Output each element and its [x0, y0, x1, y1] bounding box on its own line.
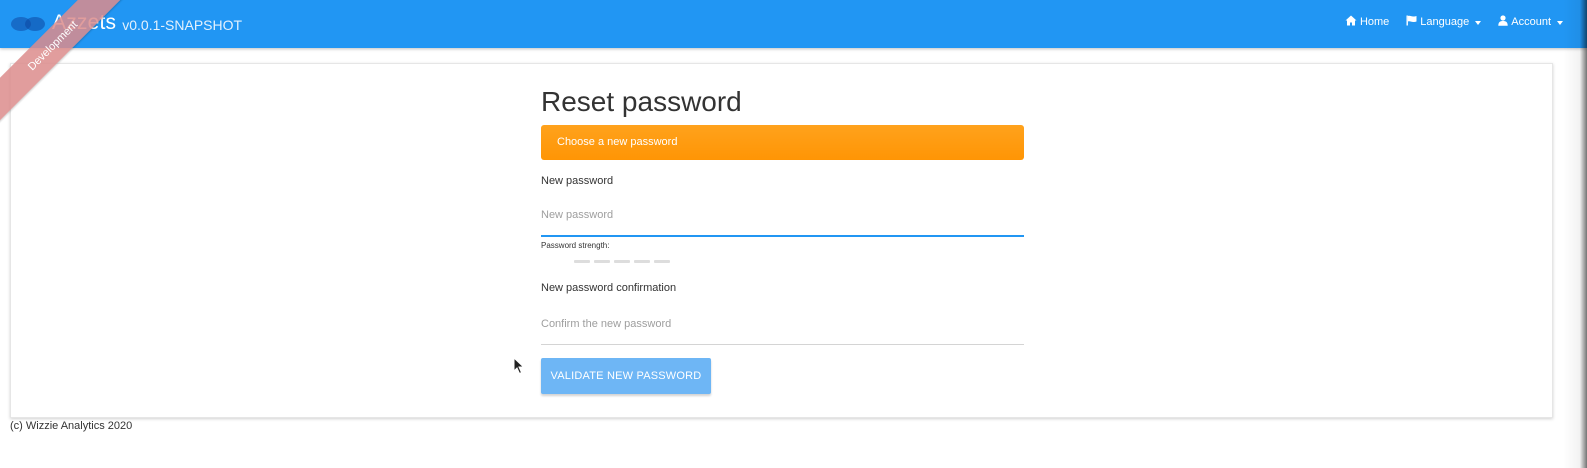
nav-language-label: Language [1420, 16, 1470, 28]
app-version: v0.0.1-SNAPSHOT [122, 16, 243, 33]
new-password-label: New password [541, 175, 614, 187]
alert-banner: Choose a new password [541, 125, 1024, 160]
window-edge-shadow [1563, 0, 1587, 468]
user-icon [1498, 15, 1511, 29]
nav-language[interactable]: Language [1406, 15, 1482, 29]
page-title: Reset password [541, 86, 742, 117]
password-strength-label: Password strength: [541, 241, 610, 250]
chevron-down-icon [1557, 20, 1563, 25]
mouse-cursor-icon [513, 356, 525, 375]
new-password-input[interactable] [541, 200, 1024, 230]
brand[interactable]: Azzets v0.0.1-SNAPSHOT [10, 8, 242, 38]
strength-segment [614, 260, 630, 263]
confirm-password-input[interactable] [541, 309, 1024, 339]
strength-segment [654, 260, 670, 263]
strength-segment [594, 260, 610, 263]
validate-password-button[interactable]: VALIDATE NEW PASSWORD [541, 358, 711, 394]
main-card: Reset password Choose a new password New… [10, 63, 1553, 418]
top-navbar: Azzets v0.0.1-SNAPSHOT Home Language Acc… [0, 0, 1587, 48]
nav-home[interactable]: Home [1345, 15, 1389, 29]
nav-account[interactable]: Account [1498, 15, 1563, 29]
confirm-password-underline [541, 344, 1024, 345]
flag-icon [1406, 15, 1420, 29]
confirm-password-label: New password confirmation [541, 282, 677, 294]
new-password-underline [541, 235, 1024, 237]
nav-home-label: Home [1359, 16, 1390, 28]
home-icon [1345, 15, 1360, 29]
password-strength-meter [574, 260, 674, 263]
strength-segment [574, 260, 590, 263]
footer-copyright: (c) Wizzie Analytics 2020 [10, 420, 133, 432]
nav-menu: Home Language Account [1328, 0, 1563, 44]
strength-segment [634, 260, 650, 263]
chevron-down-icon [1475, 20, 1482, 25]
app-name: Azzets [52, 11, 117, 34]
nav-account-label: Account [1511, 16, 1551, 28]
logo-icon [10, 12, 50, 34]
